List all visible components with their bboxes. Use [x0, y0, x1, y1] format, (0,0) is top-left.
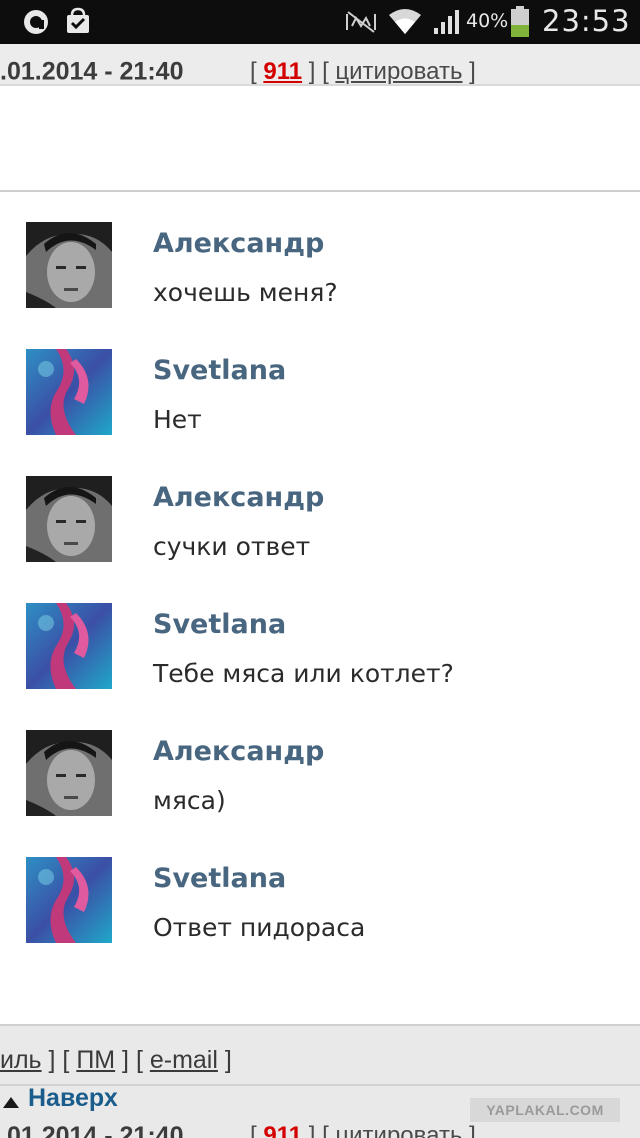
post-actions: [ 911 ] [ цитировать ] [250, 1122, 476, 1138]
post-date: .01.2014 - 21:40 [0, 1122, 184, 1138]
profile-link[interactable]: иль [0, 1046, 42, 1074]
email-link[interactable]: e-mail [150, 1046, 218, 1074]
back-to-top-link[interactable]: Наверх [28, 1084, 118, 1113]
mute-icon [346, 11, 376, 33]
wifi-icon [389, 9, 421, 34]
chat-message: Александр хочешь меня? [0, 194, 640, 321]
author-name[interactable]: Александр [153, 482, 324, 513]
up-arrow-icon[interactable] [2, 1094, 20, 1112]
chat-message: Svetlana Тебе мяса или котлет? [0, 575, 640, 702]
author-name[interactable]: Александр [153, 736, 324, 767]
message-text: Ответ пидораса [153, 913, 366, 942]
opera-icon [24, 10, 48, 34]
abstract-avatar [26, 857, 112, 943]
chat-message: Svetlana Нет [0, 321, 640, 448]
message-text: Нет [153, 405, 202, 434]
post-footer: иль ] [ ПМ ] [ e-mail ] Наверх YAPLAKAL.… [0, 1024, 640, 1138]
message-text: хочешь меня? [153, 278, 338, 307]
rating-link[interactable]: 911 [263, 1122, 302, 1138]
rating-link[interactable]: 911 [263, 58, 302, 85]
post-actions: [ 911 ] [ цитировать ] [250, 58, 476, 85]
bag-check-icon [67, 7, 89, 33]
abstract-avatar [26, 349, 112, 435]
man-avatar [26, 222, 112, 308]
user-links: иль ] [ ПМ ] [ e-mail ] [0, 1046, 232, 1074]
post-date: .01.2014 - 21:40 [0, 57, 184, 86]
message-text: Тебе мяса или котлет? [153, 659, 454, 688]
chat-message: Александр сучки ответ [0, 448, 640, 575]
abstract-avatar [26, 603, 112, 689]
signal-icon [434, 10, 459, 34]
quote-link[interactable]: цитировать [335, 58, 462, 85]
author-name[interactable]: Svetlana [153, 863, 286, 894]
message-text: мяса) [153, 786, 226, 815]
battery-percent: 40% [466, 10, 509, 32]
message-text: сучки ответ [153, 532, 311, 561]
author-name[interactable]: Svetlana [153, 609, 286, 640]
chat-message: Александр мяса) [0, 702, 640, 829]
chat-message: Svetlana Ответ пидораса [0, 829, 640, 956]
post-spacer [0, 88, 640, 192]
quote-link[interactable]: цитировать [335, 1122, 462, 1138]
chat-image: Александр хочешь меня? Svetlana Нет Алек… [0, 194, 640, 1024]
watermark: YAPLAKAL.COM [470, 1098, 620, 1122]
pm-link[interactable]: ПМ [76, 1046, 115, 1074]
man-avatar [26, 476, 112, 562]
previous-post-footer: .01.2014 - 21:40 [ 911 ] [ цитировать ] [0, 44, 640, 86]
author-name[interactable]: Александр [153, 228, 324, 259]
battery-icon [511, 6, 529, 37]
status-bar: 40% 23:53 [0, 0, 640, 44]
man-avatar [26, 730, 112, 816]
clock: 23:53 [542, 4, 631, 38]
author-name[interactable]: Svetlana [153, 355, 286, 386]
